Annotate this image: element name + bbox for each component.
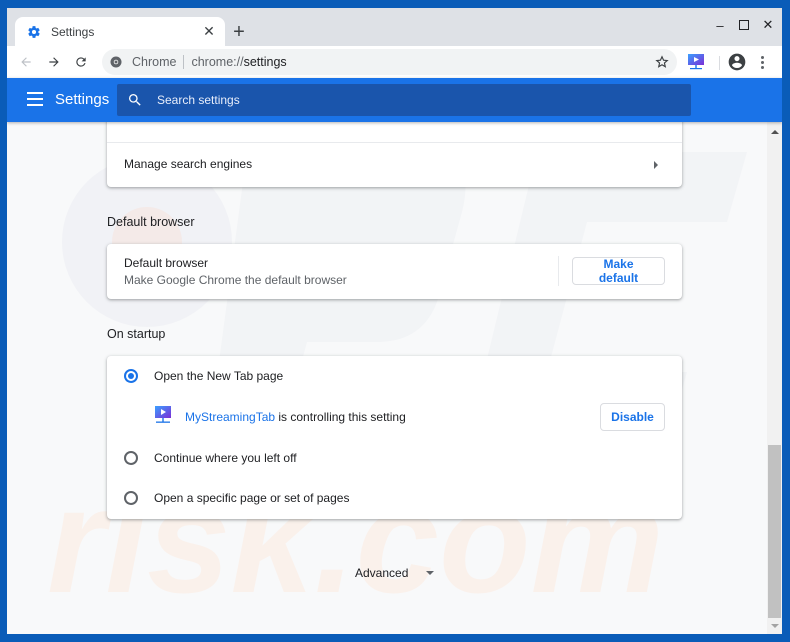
omnibox-divider (183, 55, 185, 69)
gear-icon (27, 25, 41, 39)
reload-icon (76, 57, 86, 67)
on-startup-heading: On startup (107, 327, 166, 341)
browser-window: Settings ✕ + – ✕ Chrome chrome://setting… (7, 8, 782, 634)
star-icon (655, 55, 669, 68)
startup-option-continue[interactable]: Continue where you left off (107, 438, 682, 478)
settings-content: risk.com Manage search engines Default b… (7, 122, 767, 634)
arrow-left-icon (21, 57, 31, 67)
default-browser-heading: Default browser (107, 215, 195, 229)
search-icon (129, 94, 141, 106)
page-scrollbar[interactable] (767, 122, 782, 634)
chrome-logo-icon (110, 56, 122, 68)
on-startup-card: Open the New Tab page MyStreamingTab is … (107, 356, 682, 519)
tab-settings[interactable]: Settings ✕ (15, 17, 225, 46)
extension-control-notice: MyStreamingTab is controlling this setti… (107, 396, 682, 438)
search-settings-field[interactable] (117, 84, 691, 116)
url-path: settings (243, 55, 287, 69)
url-scheme: chrome:// (191, 55, 244, 69)
default-browser-title: Default browser (124, 256, 209, 270)
new-tab-button[interactable]: + (229, 22, 249, 42)
address-bar[interactable]: Chrome chrome://settings (102, 49, 677, 75)
radio-unselected-icon[interactable] (124, 451, 138, 465)
close-window-button[interactable]: ✕ (753, 14, 782, 36)
advanced-label: Advanced (355, 566, 409, 580)
manage-search-engines-row[interactable]: Manage search engines (107, 143, 682, 187)
site-label: Chrome (132, 55, 177, 69)
search-engine-card: Manage search engines (107, 122, 682, 187)
startup-option-label: Open the New Tab page (154, 369, 284, 383)
scroll-up-arrow-icon[interactable] (771, 130, 779, 134)
tab-title: Settings (51, 24, 95, 39)
menu-hamburger-icon[interactable] (27, 92, 43, 106)
maximize-icon (739, 20, 749, 30)
tab-close-icon[interactable]: ✕ (199, 22, 219, 42)
advanced-toggle[interactable]: Advanced (355, 566, 435, 580)
chevron-down-icon (426, 571, 435, 575)
url-text: chrome://settings (191, 55, 286, 69)
toolbar-divider (719, 56, 720, 70)
search-input[interactable] (157, 93, 557, 107)
extension-notice-text: MyStreamingTab is controlling this setti… (185, 410, 406, 424)
back-button[interactable] (15, 51, 37, 73)
extension-name-link[interactable]: MyStreamingTab (185, 410, 275, 424)
disable-extension-button[interactable]: Disable (600, 403, 665, 431)
more-vert-icon[interactable] (755, 52, 769, 72)
startup-option-label: Continue where you left off (154, 451, 297, 465)
account-circle-icon[interactable] (727, 52, 747, 72)
default-browser-card: Default browser Make Google Chrome the d… (107, 244, 682, 299)
radio-selected-icon[interactable] (124, 369, 138, 383)
tab-strip: Settings ✕ + – ✕ (7, 8, 782, 46)
radio-unselected-icon[interactable] (124, 491, 138, 505)
bookmark-button[interactable] (653, 53, 671, 71)
forward-button[interactable] (43, 51, 65, 73)
manage-search-engines-label: Manage search engines (124, 157, 253, 171)
startup-option-label: Open a specific page or set of pages (154, 491, 350, 505)
make-default-button[interactable]: Make default (572, 257, 665, 285)
reload-button[interactable] (70, 51, 92, 73)
scroll-down-arrow-icon[interactable] (771, 624, 779, 628)
startup-option-new-tab[interactable]: Open the New Tab page (107, 356, 682, 396)
mystreamingtab-icon (155, 406, 171, 423)
extension-notice-suffix: is controlling this setting (275, 410, 406, 424)
mystreamingtab-extension-icon[interactable] (687, 54, 705, 70)
chevron-right-icon (654, 161, 658, 169)
default-browser-subtitle: Make Google Chrome the default browser (124, 273, 347, 287)
arrow-right-icon (49, 57, 59, 67)
startup-option-specific-pages[interactable]: Open a specific page or set of pages (107, 478, 682, 518)
scrollbar-thumb[interactable] (768, 445, 781, 618)
row-divider (558, 256, 559, 286)
page-title: Settings (55, 91, 110, 108)
settings-header: Settings (7, 78, 782, 122)
browser-toolbar: Chrome chrome://settings (7, 46, 782, 78)
